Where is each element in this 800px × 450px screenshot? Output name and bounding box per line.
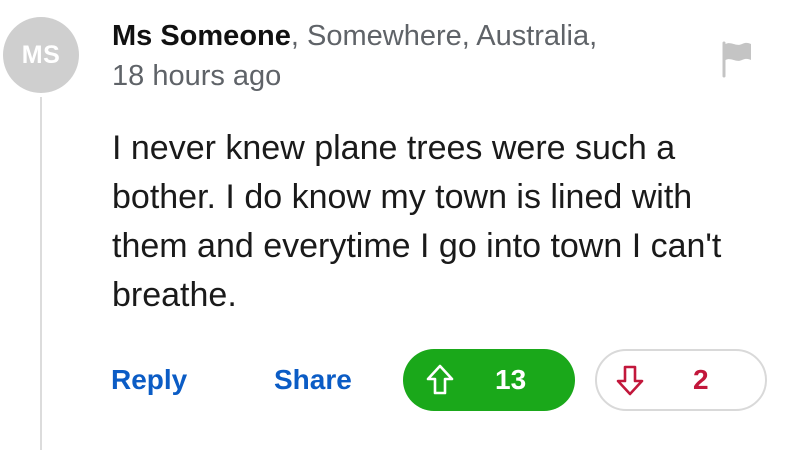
share-button[interactable]: Share: [274, 349, 352, 411]
author-name[interactable]: Ms Someone: [112, 20, 291, 52]
avatar[interactable]: MS: [3, 17, 79, 93]
comment-actions: Reply Share 13 2: [0, 349, 800, 411]
comment-timestamp: 18 hours ago: [112, 60, 282, 92]
downvote-button[interactable]: 2: [595, 349, 767, 411]
downvote-count: 2: [693, 364, 709, 395]
comment-body: I never knew plane trees were such a bot…: [112, 129, 722, 314]
author-location: , Somewhere, Australia,: [290, 20, 598, 52]
comment: MS Ms Someone, Somewhere, Australia, 18 …: [0, 0, 800, 450]
reply-button[interactable]: Reply: [111, 349, 187, 411]
arrow-down-icon: [616, 365, 644, 396]
upvote-button[interactable]: 13: [403, 349, 575, 411]
flag-icon[interactable]: [720, 40, 754, 78]
arrow-up-icon: [426, 364, 454, 395]
comment-header: Ms Someone, Somewhere, Australia, 18 hou…: [112, 16, 672, 96]
upvote-count: 13: [495, 364, 527, 395]
avatar-initials: MS: [21, 40, 61, 69]
